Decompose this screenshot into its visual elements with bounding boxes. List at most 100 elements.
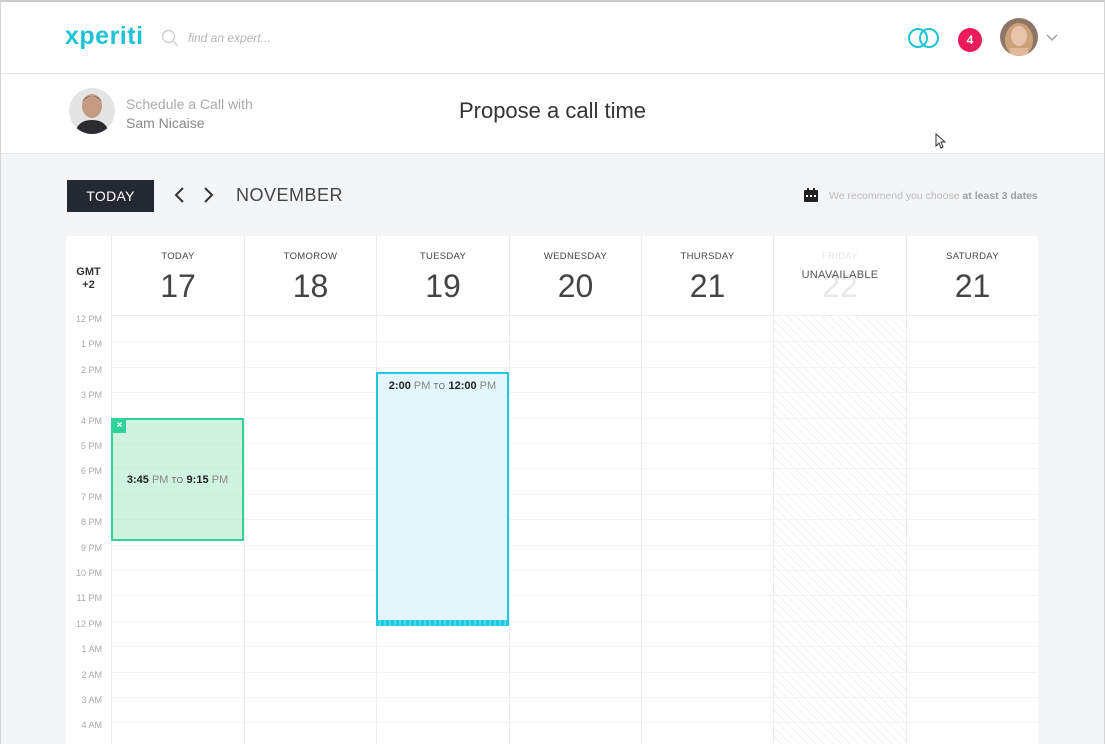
hour-gridline <box>111 544 1038 546</box>
day-name: TOMOROW <box>283 251 338 262</box>
recommend-bold: at least 3 dates <box>962 190 1038 202</box>
week-calendar: GMT +2 TODAY 17 TOMOROW 18 TUESDAY 19 WE… <box>66 236 1038 744</box>
mouse-cursor-icon <box>935 133 947 149</box>
slot-time-range: 3:45 PM TO 9:15 PM <box>113 474 242 486</box>
column-divider <box>641 315 642 744</box>
day-name: FRIDAY <box>822 251 858 262</box>
timezone-label: GMT +2 <box>66 266 111 292</box>
top-nav: xperiti 4 <box>1 2 1104 74</box>
hour-gridline <box>111 519 1038 521</box>
slot-to: TO <box>433 382 446 391</box>
prev-month-icon[interactable] <box>172 185 188 205</box>
hour-gridline <box>111 417 1038 419</box>
schedule-header: Schedule a Call with Sam Nicaise Propose… <box>1 74 1104 154</box>
hour-gridline <box>111 570 1038 571</box>
hour-label: 5 PM <box>80 441 102 451</box>
hour-label: 4 PM <box>80 415 102 426</box>
header-divider <box>111 315 1038 316</box>
hour-label: 11 PM <box>76 593 102 604</box>
day-header-tomorrow[interactable]: TOMOROW 18 <box>244 236 376 315</box>
page-title: Propose a call time <box>458 98 647 123</box>
day-name: WEDNESDAY <box>543 251 608 262</box>
day-number: 17 <box>160 268 196 304</box>
unavailable-column <box>773 316 906 744</box>
day-number: 21 <box>689 268 726 304</box>
search-box <box>161 26 348 50</box>
day-number: 18 <box>292 268 329 304</box>
unavailable-label: UNAVAILABLE <box>801 269 879 281</box>
hour-gridline <box>111 468 1038 470</box>
slot-start: 3:45 <box>126 474 149 486</box>
hour-label: 1 AM <box>81 644 102 655</box>
hour-label: 7 PM <box>80 491 102 502</box>
column-divider <box>773 315 774 744</box>
remove-slot-button[interactable]: × <box>113 420 126 433</box>
next-month-icon[interactable] <box>200 185 216 205</box>
hour-label: 10 PM <box>75 568 102 578</box>
slot-end-suffix: PM <box>208 474 229 486</box>
hour-gridline <box>111 443 1038 444</box>
column-divider <box>906 315 907 744</box>
chevron-down-icon[interactable] <box>1045 32 1059 42</box>
hour-gridline <box>111 671 1038 673</box>
recommend-prefix: We recommend you choose <box>829 190 963 202</box>
day-name: TODAY <box>161 251 195 262</box>
slot-end: 12:00 <box>448 380 477 392</box>
day-header-saturday[interactable]: SATURDAY 21 <box>906 236 1038 315</box>
slot-start: 2:00 <box>388 380 411 392</box>
slot-time-range: 2:00 PM TO 12:00 PM <box>378 380 507 392</box>
hour-label: 1 PM <box>80 339 102 350</box>
day-header-friday: FRIDAY 22 UNAVAILABLE <box>773 236 906 315</box>
day-header-tuesday[interactable]: TUESDAY 19 <box>376 236 509 315</box>
search-input[interactable] <box>188 31 348 45</box>
day-header-today[interactable]: TODAY 17 <box>111 236 244 315</box>
recommendation-note: We recommend you choose at least 3 dates <box>829 190 1038 202</box>
hour-gridline <box>111 493 1038 495</box>
hour-gridline <box>111 595 1038 597</box>
day-number: 20 <box>557 268 594 304</box>
hour-gridline <box>111 722 1038 724</box>
today-button[interactable]: TODAY <box>67 180 154 212</box>
month-label: NOVEMBER <box>236 185 344 205</box>
proposed-slot-today[interactable]: × 3:45 PM TO 9:15 PM <box>111 418 244 541</box>
hour-gridline <box>111 341 1038 343</box>
connections-icon[interactable] <box>907 26 941 50</box>
slot-resize-handle[interactable] <box>376 620 509 626</box>
hour-label: 12 PM <box>75 314 102 324</box>
day-header-thursday[interactable]: THURSDAY 21 <box>641 236 773 315</box>
hour-gridline <box>111 366 1038 368</box>
slot-to: TO <box>171 476 184 485</box>
hour-gridline <box>111 392 1038 394</box>
slot-end-suffix: PM <box>476 380 497 392</box>
hour-gridline <box>111 620 1038 622</box>
timezone-line2: +2 <box>82 279 95 291</box>
hour-label: 3 PM <box>80 390 102 401</box>
user-avatar[interactable] <box>1000 18 1038 56</box>
timezone-line1: GMT <box>76 266 101 278</box>
calendar-icon <box>804 188 818 202</box>
xperiti-logo[interactable]: xperiti <box>65 22 144 51</box>
slot-start-suffix: PM <box>410 380 431 392</box>
hour-gridline <box>111 697 1038 698</box>
day-number: 21 <box>954 268 991 304</box>
hour-label: 9 PM <box>80 542 102 553</box>
slot-start-suffix: PM <box>148 474 169 486</box>
hour-gridline <box>111 646 1038 648</box>
day-number: 19 <box>425 268 461 304</box>
proposed-slot-tuesday[interactable]: 2:00 PM TO 12:00 PM <box>376 372 509 626</box>
hour-label: 12 PM <box>75 618 102 629</box>
notification-badge[interactable]: 4 <box>958 28 982 52</box>
slot-end: 9:15 <box>186 474 209 486</box>
hour-label: 4 AM <box>81 720 102 731</box>
day-name: SATURDAY <box>946 251 999 262</box>
hour-label: 3 AM <box>81 695 102 705</box>
search-icon <box>161 29 179 47</box>
day-name: THURSDAY <box>680 251 735 262</box>
column-divider <box>509 315 510 744</box>
day-name: TUESDAY <box>419 251 467 262</box>
hour-label: 2 PM <box>80 364 102 375</box>
hour-label: 2 AM <box>81 669 102 680</box>
column-divider <box>244 315 245 744</box>
day-header-wednesday[interactable]: WEDNESDAY 20 <box>509 236 641 315</box>
hour-label: 8 PM <box>80 517 102 528</box>
